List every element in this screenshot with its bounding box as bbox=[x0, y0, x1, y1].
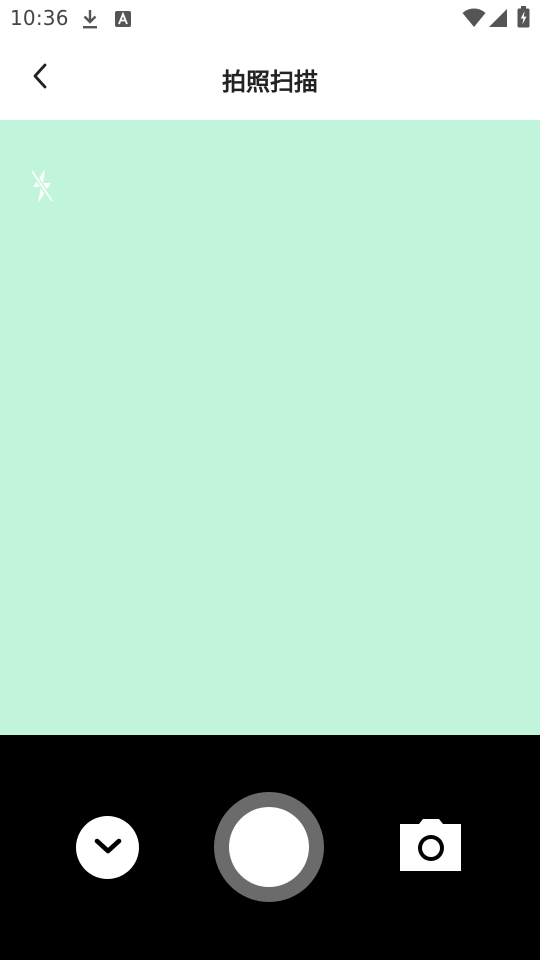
app-bar: 拍照扫描 bbox=[0, 36, 540, 120]
camera-switch-button[interactable] bbox=[396, 817, 466, 877]
download-icon bbox=[80, 8, 100, 34]
page-title: 拍照扫描 bbox=[222, 68, 318, 96]
status-time: 10:36 bbox=[10, 6, 69, 30]
status-bar: 10:36 bbox=[0, 0, 540, 36]
camera-viewfinder[interactable] bbox=[0, 120, 540, 735]
collapse-button[interactable] bbox=[76, 816, 139, 879]
signal-icon bbox=[488, 8, 508, 32]
shutter-icon bbox=[229, 807, 309, 887]
camera-control-bar bbox=[0, 735, 540, 960]
camera-icon bbox=[399, 818, 463, 876]
text-a-icon bbox=[114, 10, 132, 32]
shutter-button[interactable] bbox=[214, 792, 324, 902]
chevron-down-icon bbox=[92, 836, 124, 860]
flash-toggle-button[interactable] bbox=[26, 168, 58, 208]
flash-off-icon bbox=[28, 167, 56, 209]
battery-icon bbox=[517, 6, 530, 32]
wifi-icon bbox=[462, 8, 486, 32]
